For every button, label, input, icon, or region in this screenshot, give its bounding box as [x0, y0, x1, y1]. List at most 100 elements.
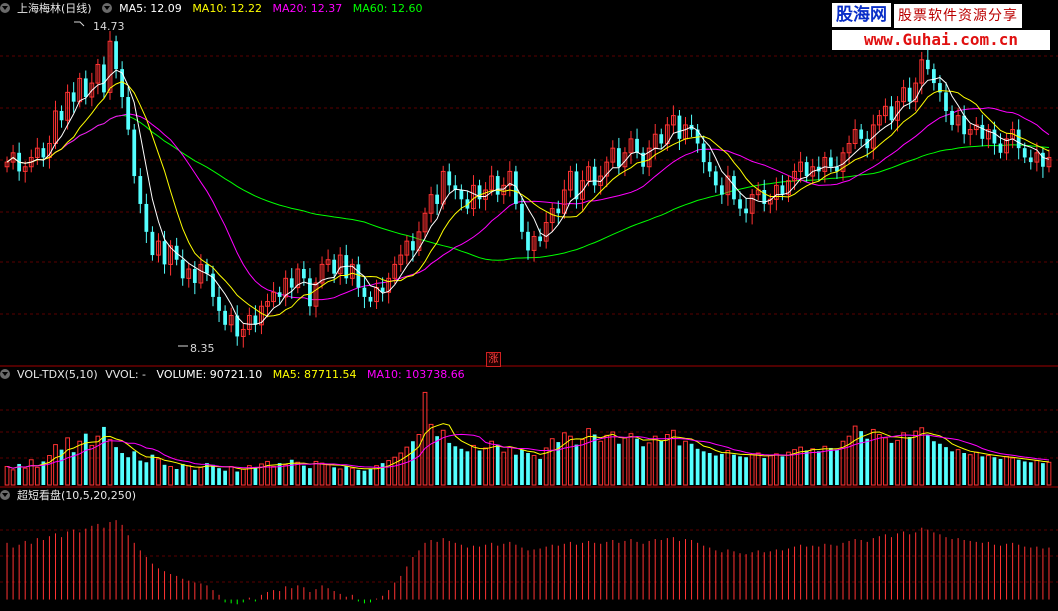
watermark-top: 股海网 股票软件资源分享 — [832, 3, 1022, 28]
volume-bar-up — [604, 434, 610, 486]
volume-bar-up — [392, 456, 398, 486]
volume-bar-up — [561, 432, 567, 486]
candle-body-down — [713, 171, 718, 186]
volume-bar-down — [520, 449, 524, 485]
volume-bar-down — [816, 451, 821, 485]
volume-bar-up — [749, 454, 755, 486]
candle-body-down — [308, 278, 312, 307]
volume-bar-down — [907, 437, 912, 485]
volume-bar-up — [876, 434, 882, 486]
volume-bar-down — [677, 445, 682, 485]
candle-body-down — [1028, 157, 1033, 163]
volume-bar-down — [859, 431, 864, 485]
volume-bar-up — [89, 444, 95, 486]
candle-body-down — [829, 157, 833, 167]
low-price-label: 8.35 — [190, 342, 215, 355]
volume-bar-up — [622, 437, 628, 486]
candle-body-down — [659, 134, 664, 144]
volume-bar-down — [138, 460, 143, 485]
volume-bar-up — [186, 465, 192, 486]
volume-bar-up — [652, 435, 658, 486]
volume-bar-up — [598, 440, 604, 486]
volume-bar-up — [810, 448, 816, 486]
volume-bar-up — [786, 451, 791, 486]
volume-bar-down — [495, 444, 500, 485]
volume-bar-up — [973, 451, 979, 486]
volume-bar-up — [986, 455, 991, 486]
volume-bar-down — [1022, 461, 1027, 485]
volume-bar-up — [422, 391, 428, 486]
candle-body-down — [477, 185, 482, 200]
volume-bar-up — [428, 423, 434, 486]
volume-bar-up — [646, 442, 652, 486]
volume-bar-up — [773, 453, 779, 486]
volume-bar-down — [804, 450, 809, 485]
volume-bar-up — [683, 440, 688, 486]
volume-bar-up — [549, 438, 555, 486]
candle-body-down — [362, 287, 367, 297]
volume-bar-up — [156, 458, 161, 486]
volume-bar-up — [168, 465, 173, 486]
volume-bar-down — [174, 469, 179, 485]
volume-bar-up — [1046, 461, 1052, 486]
volume-bar-down — [435, 436, 440, 485]
volume-bar-up — [883, 437, 888, 486]
candle-body-down — [162, 241, 167, 265]
volume-bar-down — [635, 438, 639, 485]
candle-body-down — [520, 203, 524, 232]
volume-bar-down — [865, 438, 870, 485]
candle-body-down — [925, 59, 930, 70]
volume-ma10-value: MA10: 103738.66 — [366, 368, 465, 381]
volume-bar-up — [386, 460, 392, 486]
volume-bar-down — [411, 441, 415, 485]
volume-bar-down — [362, 470, 367, 485]
volume-bar-down — [132, 451, 137, 485]
volume-bar-down — [732, 454, 736, 485]
volume-bar-up — [901, 432, 906, 486]
grid-layer — [0, 55, 1058, 583]
collapse-icon[interactable] — [0, 369, 10, 379]
volume-bar-up — [895, 439, 900, 486]
candle-body-down — [459, 190, 464, 200]
collapse-icon[interactable] — [0, 490, 10, 500]
volume-bar-down — [235, 471, 240, 485]
candle-body-down — [556, 208, 561, 214]
volume-bar-down — [126, 457, 131, 485]
candle-body-down — [332, 259, 337, 274]
candle-body-down — [59, 110, 64, 121]
volume-bar-down — [356, 469, 361, 485]
candle-body-down — [998, 143, 1003, 153]
watermark-slogan: 股票软件资源分享 — [894, 4, 1022, 28]
volume-bar-up — [852, 425, 858, 486]
volume-ma5-value: MA5: 87711.54 — [272, 368, 357, 381]
collapse-icon[interactable] — [102, 3, 113, 13]
volume-bar-down — [120, 453, 125, 485]
volume-bar-down — [574, 444, 579, 485]
volume-bar-down — [332, 467, 337, 485]
candle-body-down — [150, 231, 155, 256]
volume-bar-up — [501, 451, 507, 486]
candle-body-down — [368, 296, 373, 302]
volume-bar-up — [967, 454, 973, 486]
collapse-icon[interactable] — [0, 3, 10, 13]
volume-bar-up — [65, 437, 70, 486]
candle-body-down — [859, 129, 864, 139]
candle-body-down — [719, 185, 724, 195]
volume-bar-up — [580, 439, 585, 486]
volume-bar-up — [295, 461, 301, 486]
volume-bar-down — [1016, 459, 1021, 485]
volume-bar-down — [592, 434, 597, 485]
watermark-site-name: 股海网 — [832, 3, 891, 27]
volume-bar-down — [114, 447, 118, 485]
candle-body-down — [192, 269, 197, 283]
volume-bar-up — [568, 435, 573, 486]
volume-bar-down — [744, 457, 748, 485]
high-price-label: 14.73 — [93, 20, 125, 33]
candle-body-down — [495, 176, 500, 195]
volume-bar-up — [47, 455, 52, 486]
volume-bar-up — [870, 428, 876, 486]
candle-body-down — [538, 236, 542, 242]
volume-bar-up — [725, 449, 731, 486]
volume-bar-down — [253, 467, 258, 485]
volume-bar-up — [1010, 457, 1016, 486]
